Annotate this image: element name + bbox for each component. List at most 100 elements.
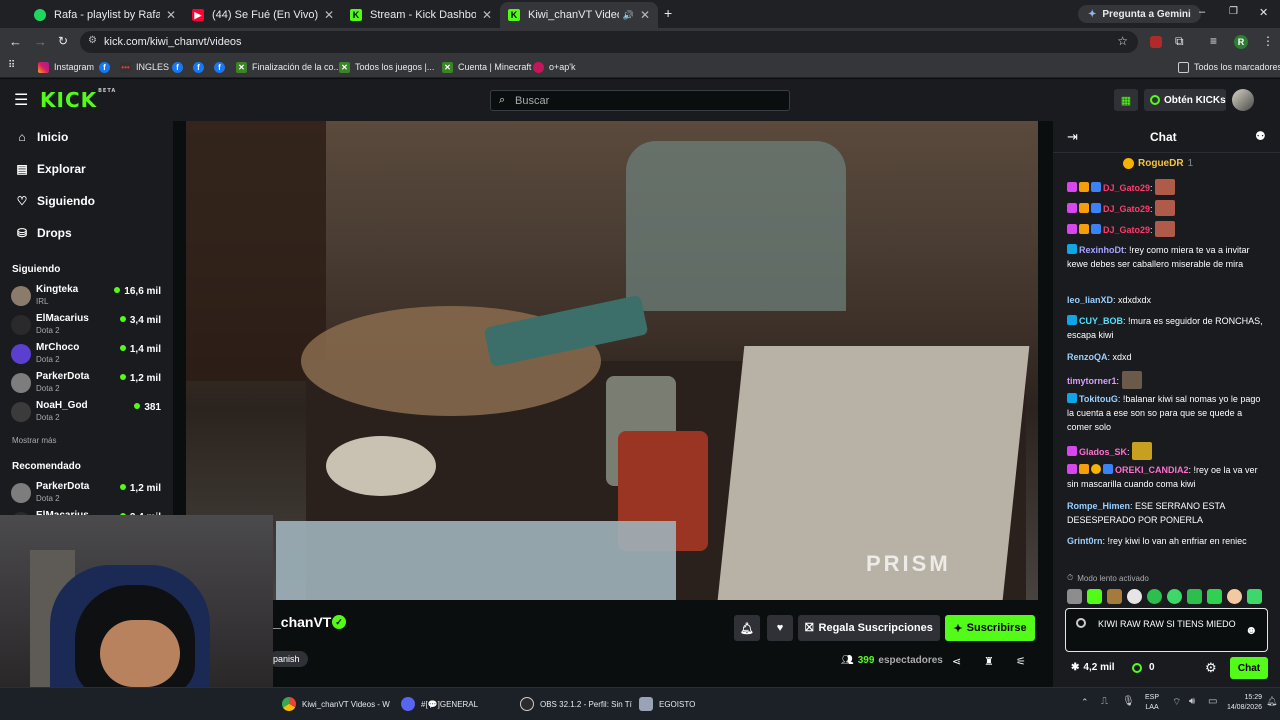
bookmark-ingles[interactable]: ••• INGLES [120, 60, 169, 74]
close-icon[interactable]: ✕ [482, 8, 492, 22]
taskbar-chrome[interactable]: Kiwi_chanVT Videos - W [282, 697, 390, 711]
search-input[interactable]: ⌕ Buscar [490, 90, 790, 111]
close-icon[interactable]: ✕ [640, 8, 650, 22]
bookmark-star-icon[interactable]: ☆ [1117, 34, 1128, 48]
bookmark-facebook[interactable]: f [99, 60, 115, 74]
chat-input[interactable]: KIWI RAW RAW SI TIENS MIEDO ☻ [1065, 608, 1268, 652]
tray-app-icon[interactable]: ⎍ [1101, 696, 1108, 707]
chat-message[interactable]: Glados_SK: [1067, 442, 1269, 460]
bookmark-todos-juegos[interactable]: ✕ Todos los juegos |... [339, 60, 434, 74]
emoji-picker-icon[interactable]: ☻ [1245, 623, 1258, 637]
dashboard-icon[interactable]: ▦ [1114, 89, 1138, 111]
chat-message[interactable]: DJ_Gato29: [1067, 221, 1269, 237]
battery-icon[interactable]: ▭ [1208, 696, 1217, 707]
taskbar-discord[interactable]: #[💬]GENERAL [401, 697, 478, 711]
maximize-button[interactable]: ❐ [1229, 6, 1238, 17]
chat-message[interactable]: leo_lianXD: xdxdxdx [1067, 293, 1269, 307]
apps-grid-icon[interactable]: ⠿ [8, 60, 15, 71]
browser-tab-youtube[interactable]: ▶ (44) Se Fué (En Vivo) - YouTube ✕ [184, 2, 342, 28]
url-bar[interactable]: ⚙ kick.com/kiwi_chanvt/videos ☆ [80, 31, 1138, 53]
recommended-channel[interactable]: ParkerDota Dota 2 1,2 mil [11, 481, 161, 507]
browser-menu-icon[interactable]: ⋮ [1262, 34, 1274, 48]
emote-icon[interactable] [1067, 589, 1082, 604]
following-channel[interactable]: Kingteka IRL 16,6 mil [11, 284, 161, 310]
close-icon[interactable]: ✕ [324, 8, 334, 22]
close-icon[interactable]: ✕ [166, 8, 176, 22]
bookmark-cuenta-minecraft[interactable]: ✕ Cuenta | Minecraft [442, 60, 531, 74]
site-info-icon[interactable]: ⚙ [88, 35, 97, 46]
send-chat-button[interactable]: Chat [1230, 657, 1268, 679]
user-avatar[interactable] [1232, 89, 1254, 111]
volume-icon[interactable]: 🔊︎ [1189, 696, 1195, 707]
emote-icon[interactable] [1107, 589, 1122, 604]
chat-message[interactable]: timytorner1: [1067, 371, 1269, 389]
emote-icon[interactable] [1087, 589, 1102, 604]
nav-inicio[interactable]: ⌂ Inicio [16, 128, 68, 146]
emote-icon[interactable] [1187, 589, 1202, 604]
following-channel[interactable]: MrChoco Dota 2 1,4 mil [11, 342, 161, 368]
emote-icon[interactable] [1167, 589, 1182, 604]
bookmark-oapk[interactable]: o+ap'k [533, 60, 576, 74]
reply-icon[interactable] [1076, 618, 1086, 628]
chat-message[interactable]: Rompe_Himen: ESE SERRANO ESTA DESESPERAD… [1067, 499, 1269, 527]
forward-arrow-icon[interactable]: → [34, 34, 47, 49]
channel-points[interactable]: 0 [1132, 662, 1155, 673]
chat-users-icon[interactable]: ⚉ [1255, 129, 1266, 143]
minimize-button[interactable]: – [1199, 6, 1205, 18]
chat-message[interactable]: CUY_BOB: !mura es seguidor de RONCHAS, e… [1067, 314, 1269, 342]
emote-icon[interactable] [1247, 589, 1262, 604]
all-bookmarks[interactable]: Todos los marcadores [1178, 60, 1280, 74]
chat-message[interactable]: TokitouG: !balanar kiwi sal nomas yo le … [1067, 392, 1269, 434]
emote-icon[interactable] [1147, 589, 1162, 604]
subscribe-button[interactable]: ✦ Suscribirse [945, 615, 1035, 641]
chat-message[interactable]: RenzoQA: xdxd [1067, 350, 1269, 364]
following-channel[interactable]: NoaH_God Dota 2 381 [11, 400, 161, 426]
reload-icon[interactable]: ↻ [58, 34, 68, 48]
kicks-balance[interactable]: ✱ 4,2 mil [1071, 662, 1115, 673]
new-tab-button[interactable]: + [664, 5, 672, 21]
speaker-icon[interactable]: 🔊 [623, 10, 634, 21]
follow-heart-button[interactable]: ♥ [767, 615, 793, 641]
nav-explorar[interactable]: ▤ Explorar [16, 160, 85, 178]
bookmark-instagram[interactable]: Instagram [38, 60, 94, 74]
chat-message[interactable]: DJ_Gato29: [1067, 200, 1269, 216]
hamburger-menu-icon[interactable]: ☰ [14, 90, 28, 110]
taskbar-obs[interactable]: OBS 32.1.2 - Perfil: Sin Tí [520, 697, 632, 711]
nav-siguiendo[interactable]: ♡ Siguiendo [16, 192, 95, 210]
kick-logo[interactable]: KICKBETA [40, 88, 116, 112]
close-window-button[interactable]: ✕ [1259, 6, 1268, 19]
notification-bell-button[interactable]: 🔔︎ [734, 615, 760, 641]
channel-name[interactable]: _chanVT [273, 614, 331, 630]
chat-message[interactable]: OREKI_CANDIA2: !rey oe la va ver sin mas… [1067, 463, 1269, 491]
clock[interactable]: 15:29 14/08/2026 [1224, 693, 1262, 713]
share-icon[interactable]: ⋖ [952, 655, 961, 668]
show-more-link[interactable]: Mostrar más [12, 436, 56, 445]
microphone-icon[interactable]: 🎙︎ [1122, 696, 1135, 707]
wifi-icon[interactable]: ⌔ [1172, 696, 1181, 709]
browser-tab-spotify[interactable]: Rafa - playlist by Rafael.xared | ✕ [26, 2, 184, 28]
collapse-chat-icon[interactable]: ⇥ [1067, 129, 1078, 145]
emote-icon[interactable] [1207, 589, 1222, 604]
chat-settings-gear-icon[interactable]: ⚙ [1205, 660, 1217, 676]
back-arrow-icon[interactable]: ← [9, 34, 22, 49]
bookmark-finalizacion[interactable]: ✕ Finalización de la co... [236, 60, 341, 74]
following-channel[interactable]: ParkerDota Dota 2 1,2 mil [11, 371, 161, 397]
bookmark-facebook-3[interactable]: f [193, 60, 209, 74]
bookmark-facebook-4[interactable]: f [214, 60, 230, 74]
chat-message[interactable]: RexinhoDt: !rey como miera te va a invit… [1067, 243, 1269, 271]
chat-message[interactable]: Grint0rn: !rey kiwi lo van ah enfriar en… [1067, 534, 1269, 548]
nav-drops[interactable]: ⛁ Drops [16, 224, 72, 242]
extension-icon[interactable] [1150, 36, 1162, 48]
browser-tab-kiwi-videos[interactable]: K Kiwi_chanVT Videos - Watc 🔊 ✕ [500, 2, 658, 28]
get-kicks-button[interactable]: Obtén KICKs [1144, 89, 1226, 111]
keyboard-language[interactable]: ESP LAA [1145, 693, 1159, 713]
video-player[interactable]: PRISM [186, 121, 1038, 600]
clip-icon[interactable]: ♜ [984, 655, 994, 668]
settings-sliders-icon[interactable]: ⚟ [1016, 655, 1026, 668]
profile-avatar[interactable]: R [1234, 35, 1248, 49]
gemini-button[interactable]: ✦ Pregunta a Gemini [1078, 5, 1201, 23]
emote-icon[interactable] [1127, 589, 1142, 604]
following-channel[interactable]: ElMacarius Dota 2 3,4 mil [11, 313, 161, 339]
emote-icon[interactable] [1227, 589, 1242, 604]
gift-subs-button[interactable]: ⛝ Regala Suscripciones [798, 615, 940, 641]
